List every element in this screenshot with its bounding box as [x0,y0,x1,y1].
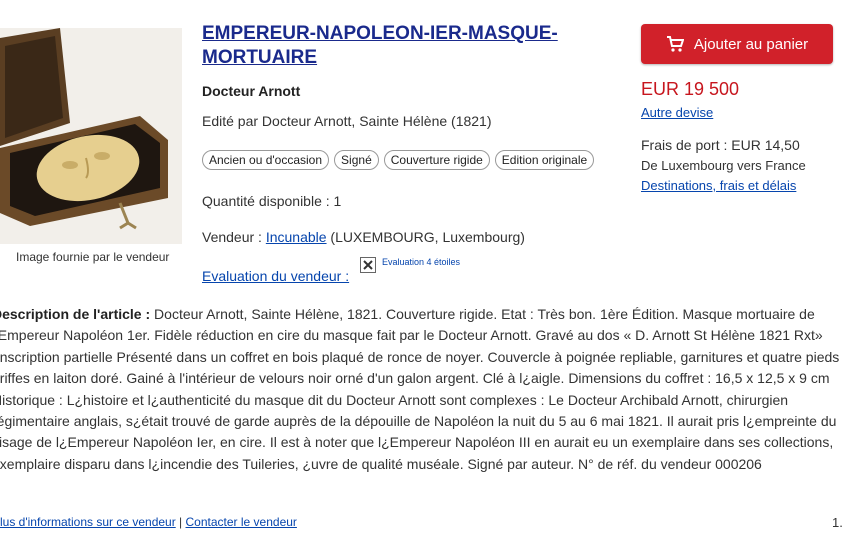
price: EUR 19 500 [641,79,740,99]
image-caption: Image fournie par le vendeur [16,250,170,264]
seller-line: Vendeur : Incunable (LUXEMBOURG, Luxembo… [202,229,525,245]
footer-links: Plus d'informations sur ce vendeur | Con… [0,515,297,529]
item-description: Description de l'article : Docteur Arnot… [0,304,844,475]
product-image[interactable] [0,28,182,244]
death-mask-in-box-picture [0,28,182,244]
more-seller-info-link[interactable]: Plus d'informations sur ce vendeur [0,515,176,529]
description-label: Description de l'article : [0,306,151,322]
seller-rating-link[interactable]: Evaluation du vendeur : [202,268,349,284]
product-title[interactable]: EMPEREUR-NAPOLEON-IER-MASQUE-MORTUAIRE [202,22,582,70]
add-to-cart-label: Ajouter au panier [693,35,809,53]
add-to-cart-button[interactable]: Ajouter au panier [641,24,833,64]
seller-link[interactable]: Incunable [266,229,327,245]
tag-edition: Edition originale [494,150,595,170]
tag-signed: Signé [334,150,379,170]
attribute-tags: Ancien ou d'occasion Signé Couverture ri… [202,150,595,170]
footer-separator: | [175,515,186,529]
product-author: Docteur Arnott [202,83,301,99]
shipping-cost: Frais de port : EUR 14,50 [641,137,800,153]
tag-condition: Ancien ou d'occasion [202,150,330,170]
other-currency-link[interactable]: Autre devise [641,105,713,120]
result-number: 1. [832,515,843,530]
shipping-route: De Luxembourg vers France [641,158,806,173]
seller-location: (LUXEMBOURG, Luxembourg) [326,229,525,245]
quantity-available: Quantité disponible : 1 [202,193,342,209]
product-publisher: Edité par Docteur Arnott, Sainte Hélène … [202,113,492,129]
broken-image-icon [360,257,376,273]
rating-alt-text: Evaluation 4 étoiles [382,257,461,267]
cart-icon [666,36,684,52]
shipping-info-link[interactable]: Destinations, frais et délais [641,178,796,193]
tag-binding: Couverture rigide [383,150,490,170]
seller-prefix: Vendeur : [202,229,266,245]
contact-seller-link[interactable]: Contacter le vendeur [186,515,297,529]
description-text: Docteur Arnott, Sainte Hélène, 1821. Cou… [0,306,840,472]
